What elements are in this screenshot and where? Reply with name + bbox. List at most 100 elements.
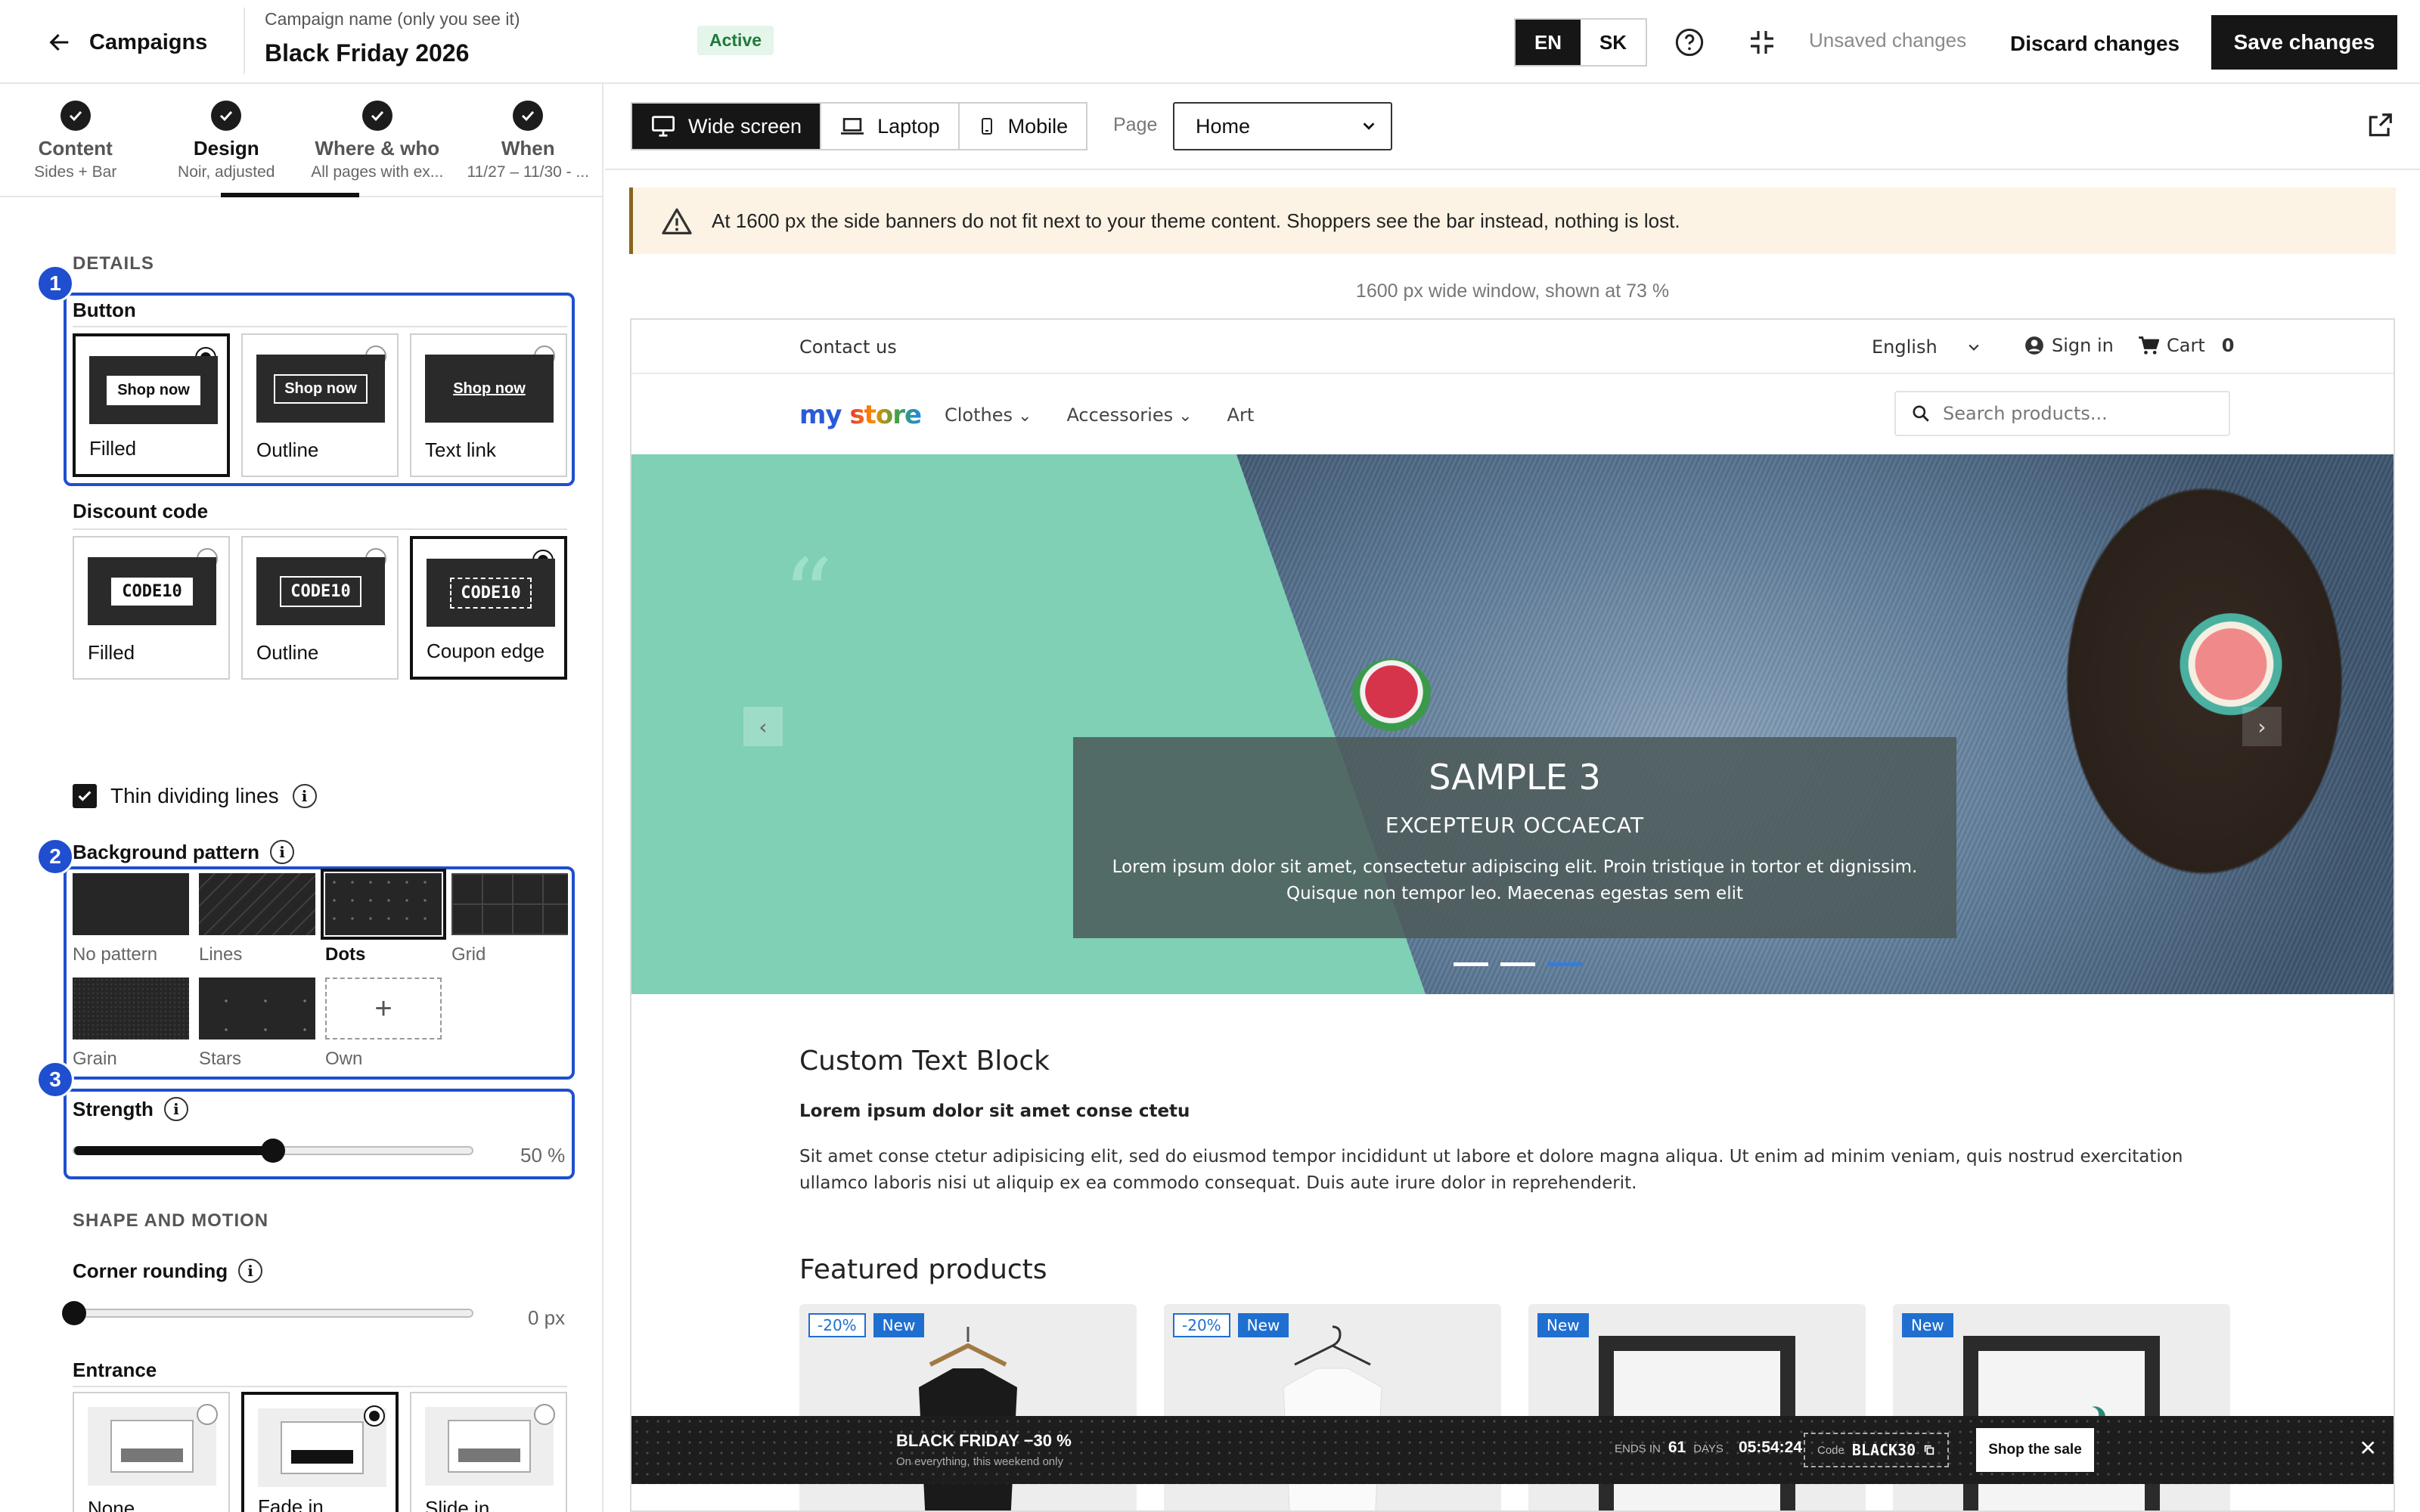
pattern-none-option[interactable] — [73, 873, 189, 935]
pattern-own-upload-option[interactable]: + — [325, 978, 442, 1040]
button-preview: Shop now — [274, 373, 368, 404]
option-label: Fade in — [258, 1495, 324, 1512]
device-mobile-button[interactable]: Mobile — [960, 104, 1087, 149]
hero-subtitle: EXCEPTEUR OCCAECAT — [1385, 813, 1645, 838]
menu-item-clothes[interactable]: Clothes — [945, 404, 1032, 426]
callout-number-1: 1 — [36, 265, 74, 302]
store-language-select[interactable]: English — [1872, 336, 1981, 358]
back-to-campaigns-button[interactable]: Campaigns — [47, 23, 207, 62]
cart-link[interactable]: Cart 0 — [2138, 335, 2234, 356]
sign-in-link[interactable]: Sign in — [2024, 335, 2114, 356]
checkmark-icon — [78, 791, 92, 801]
user-icon — [2025, 336, 2043, 355]
discard-changes-button[interactable]: Discard changes — [1989, 18, 2201, 70]
monitor-icon — [652, 116, 675, 137]
pattern-stars-option[interactable] — [199, 978, 315, 1040]
info-icon[interactable]: i — [270, 840, 295, 864]
cart-label: Cart — [2167, 335, 2205, 356]
hero-caption: SAMPLE 3 EXCEPTEUR OCCAECAT Lorem ipsum … — [1073, 737, 1956, 938]
code-preview: CODE10 — [450, 577, 532, 609]
strength-label: Strength — [73, 1097, 154, 1120]
step-where-who[interactable]: Where & who All pages with ex... — [302, 84, 453, 196]
button-preview: Shop now — [107, 375, 200, 405]
device-wide-screen-button[interactable]: Wide screen — [632, 104, 822, 149]
hero-title: SAMPLE 3 — [1429, 757, 1601, 798]
slider-prev-button[interactable]: ‹ — [743, 707, 783, 746]
info-icon[interactable]: i — [292, 784, 317, 808]
pattern-label: No pattern — [73, 944, 158, 965]
slider-dot-active[interactable] — [1547, 962, 1582, 966]
radio-selected — [364, 1405, 385, 1427]
store-logo[interactable]: my store — [799, 400, 922, 430]
background-pattern-label: Background pattern — [73, 840, 260, 863]
chevron-right-icon: › — [2257, 714, 2266, 739]
discount-style-coupon-edge-option[interactable]: CODE10 Coupon edge — [410, 536, 567, 680]
lang-en-button[interactable]: EN — [1516, 20, 1581, 65]
settings-panel: Content Sides + Bar Design Noir, adjuste… — [0, 84, 603, 1512]
collapse-icon[interactable] — [1747, 27, 1777, 57]
slider-dot[interactable] — [1454, 962, 1488, 966]
open-external-icon[interactable] — [2366, 111, 2394, 140]
countdown-days: 61 — [1668, 1439, 1686, 1456]
close-icon[interactable]: ✕ — [2360, 1436, 2377, 1461]
button-style-outline-option[interactable]: Shop now Outline — [241, 333, 399, 477]
help-icon[interactable] — [1674, 27, 1705, 57]
info-icon[interactable]: i — [163, 1097, 188, 1121]
pattern-lines-option[interactable] — [199, 873, 315, 935]
discount-style-filled-option[interactable]: CODE10 Filled — [73, 536, 230, 680]
mobile-icon — [981, 118, 992, 135]
page-select[interactable]: Home — [1173, 102, 1392, 150]
chevron-down-icon — [1363, 122, 1375, 130]
menu-item-art[interactable]: Art — [1227, 404, 1255, 426]
shop-the-sale-button[interactable]: Shop the sale — [1976, 1428, 2094, 1472]
strength-slider[interactable] — [73, 1139, 473, 1163]
pattern-label: Dots — [325, 944, 366, 965]
pattern-grid-option[interactable] — [451, 873, 568, 935]
radio — [534, 1404, 555, 1425]
discount-style-outline-option[interactable]: CODE10 Outline — [241, 536, 399, 680]
promo-code-box[interactable]: Code BLACK30 — [1804, 1433, 1950, 1467]
contact-link[interactable]: Contact us — [799, 336, 897, 358]
store-menu: Clothes Accessories Art — [945, 404, 1254, 426]
pattern-dots-option[interactable] — [321, 869, 446, 940]
corner-rounding-slider[interactable] — [62, 1301, 473, 1325]
store-preview: Contact us English Sign in Cart 0 my sto… — [630, 318, 2395, 1512]
device-laptop-button[interactable]: Laptop — [821, 104, 960, 149]
discount-code-label: Discount code — [73, 500, 209, 522]
slider-handle[interactable] — [62, 1301, 86, 1325]
lang-sk-button[interactable]: SK — [1581, 20, 1646, 65]
warning-icon — [662, 208, 692, 234]
step-design[interactable]: Design Noir, adjusted — [151, 84, 359, 197]
status-badge: Active — [697, 26, 774, 55]
info-icon[interactable]: i — [238, 1259, 263, 1283]
pattern-grain-option[interactable] — [73, 978, 189, 1040]
entrance-fade-in-option[interactable]: Fade in — [241, 1392, 399, 1512]
save-changes-button[interactable]: Save changes — [2211, 15, 2397, 70]
entrance-none-option[interactable]: None — [73, 1392, 230, 1512]
menu-item-accessories[interactable]: Accessories — [1066, 404, 1192, 426]
step-when[interactable]: When 11/27 – 11/30 - ... — [453, 84, 603, 196]
radio — [197, 1404, 218, 1425]
entrance-slide-in-option[interactable]: Slide in — [410, 1392, 567, 1512]
countdown-label: ENDS IN — [1615, 1442, 1661, 1455]
new-badge: New — [1902, 1313, 1953, 1337]
step-subtitle: 11/27 – 11/30 - ... — [467, 163, 590, 181]
code-preview: CODE10 — [280, 575, 361, 607]
slider-next-button[interactable]: › — [2242, 707, 2282, 746]
thin-lines-checkbox[interactable] — [73, 784, 97, 808]
corner-rounding-value: 0 px — [528, 1306, 566, 1329]
store-search-input[interactable]: Search products... — [1894, 391, 2230, 436]
campaign-name-field[interactable]: Black Friday 2026 — [265, 39, 469, 67]
divider — [244, 8, 245, 74]
slider-dot[interactable] — [1500, 962, 1535, 966]
step-content[interactable]: Content Sides + Bar — [0, 84, 151, 196]
code-preview: CODE10 — [111, 577, 193, 606]
details-section-title: DETAILS — [73, 253, 154, 274]
pattern-label: Own — [325, 1049, 363, 1069]
button-style-text-link-option[interactable]: Shop now Text link — [410, 333, 567, 477]
button-style-filled-option[interactable]: Shop now Filled — [73, 333, 230, 477]
countdown-days-label: DAYS — [1693, 1442, 1723, 1455]
thin-dividing-lines-row: Thin dividing lines i — [73, 784, 317, 808]
page-select-label: Page — [1113, 114, 1158, 135]
slider-handle[interactable] — [261, 1139, 285, 1163]
